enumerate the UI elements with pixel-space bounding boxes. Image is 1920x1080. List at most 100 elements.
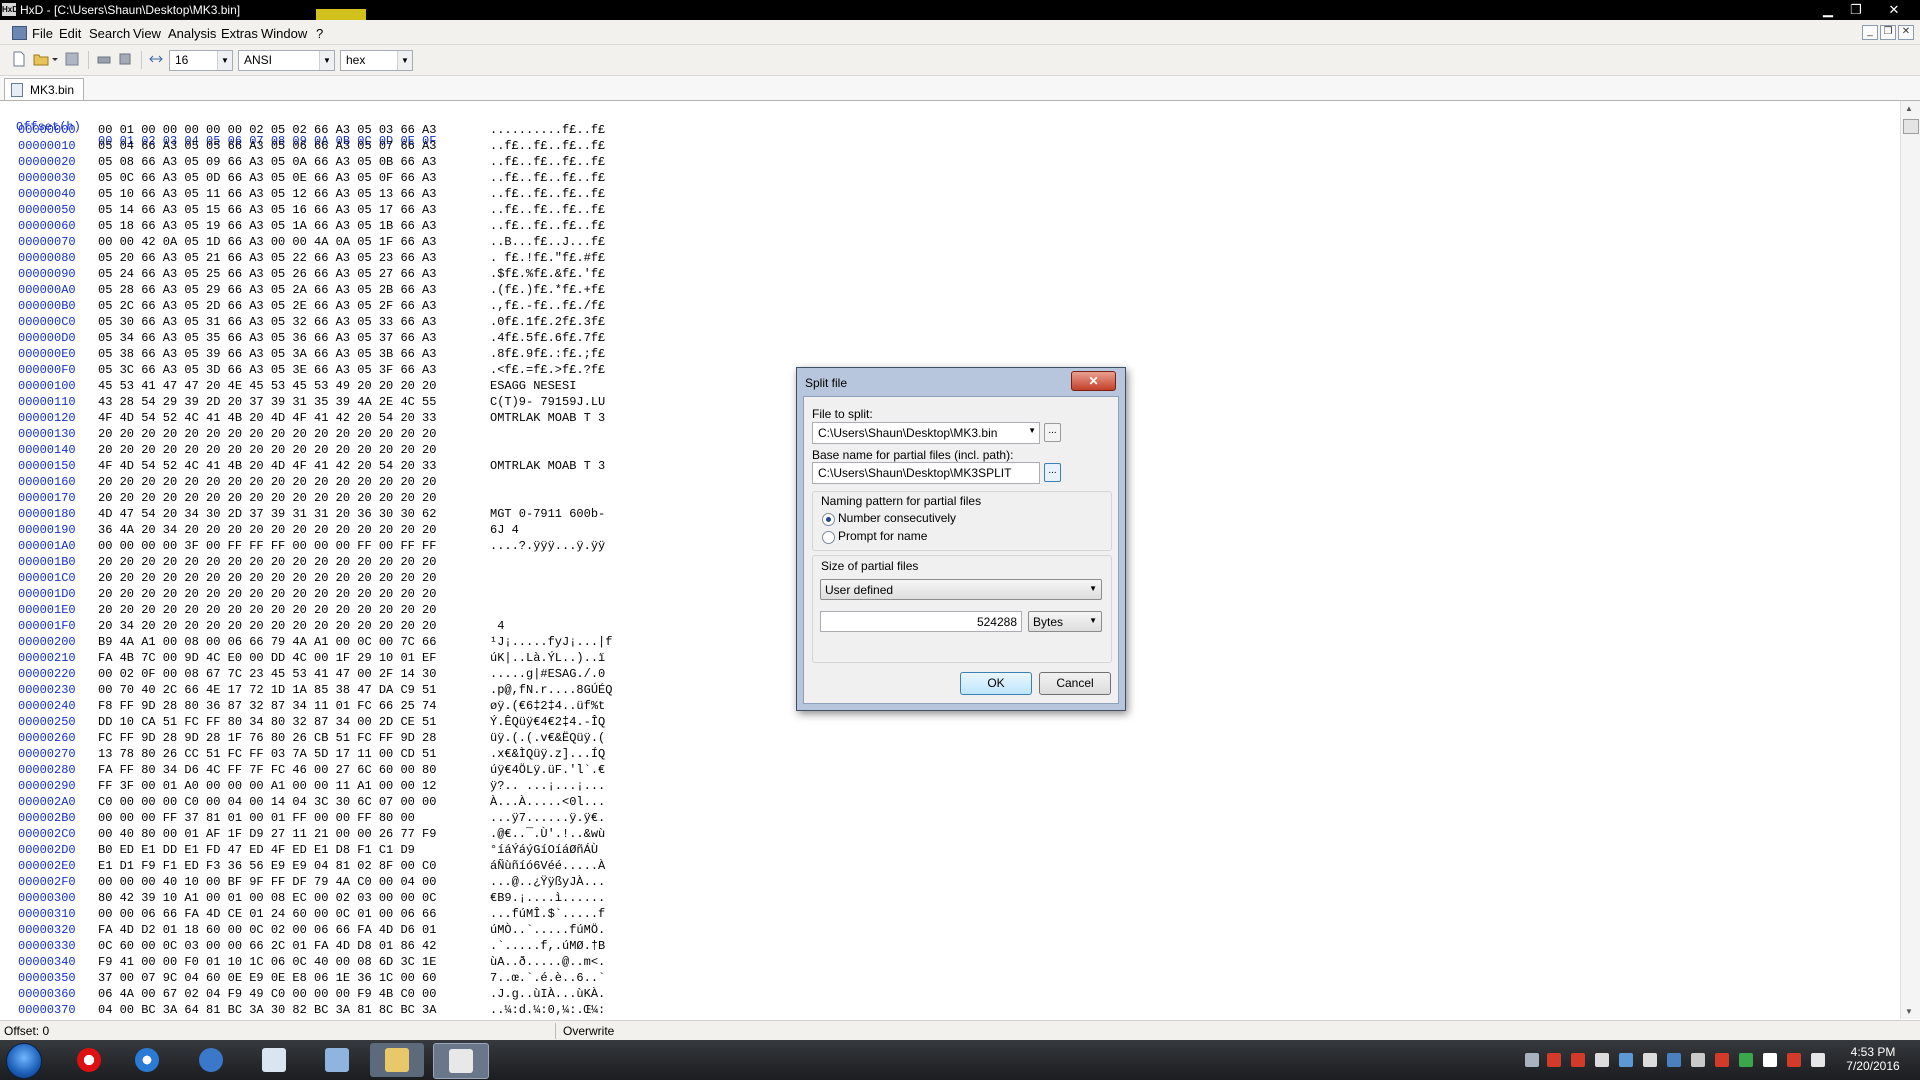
scrollbar-thumb[interactable] <box>1903 119 1919 134</box>
tray-signal-icon[interactable] <box>1787 1053 1801 1067</box>
row-ascii-text[interactable]: úMÒ..`.....fúMÖ. <box>490 922 605 938</box>
row-ascii-text[interactable]: üÿ.(.(.v€&ËQüÿ.( <box>490 730 605 746</box>
row-hex-bytes[interactable]: 20 20 20 20 20 20 20 20 20 20 20 20 20 2… <box>98 602 436 618</box>
row-hex-bytes[interactable]: 05 18 66 A3 05 19 66 A3 05 1A 66 A3 05 1… <box>98 218 436 234</box>
size-unit-select[interactable]: Bytes ▼ <box>1028 611 1102 632</box>
taskbar-app-db[interactable] <box>184 1043 238 1077</box>
menu-analysis[interactable]: Analysis <box>168 26 216 41</box>
row-hex-bytes[interactable]: F9 41 00 00 F0 01 10 1C 06 0C 40 00 08 6… <box>98 954 436 970</box>
taskbar-opera[interactable] <box>62 1043 116 1077</box>
menu-view[interactable]: View <box>133 26 161 41</box>
taskbar-window-manager[interactable] <box>310 1043 364 1077</box>
taskbar-internet-explorer[interactable] <box>120 1043 174 1077</box>
row-ascii-text[interactable]: MGT 0-7911 600b- <box>490 506 605 522</box>
row-ascii-text[interactable]: .8f£.9f£.:f£.;f£ <box>490 346 605 362</box>
row-hex-bytes[interactable]: 04 00 BC 3A 64 81 BC 3A 30 82 BC 3A 81 8… <box>98 1002 436 1018</box>
row-hex-bytes[interactable]: 4F 4D 54 52 4C 41 4B 20 4D 4F 41 42 20 5… <box>98 458 436 474</box>
row-ascii-text[interactable]: úÿ€4ÖLÿ.üF.'l`.€ <box>490 762 605 778</box>
tray-display-icon[interactable] <box>1643 1053 1657 1067</box>
row-ascii-text[interactable]: .p@,fN.r....8GÚÉQ <box>490 682 612 698</box>
row-hex-bytes[interactable]: 05 30 66 A3 05 31 66 A3 05 32 66 A3 05 3… <box>98 314 436 330</box>
row-hex-bytes[interactable]: 20 20 20 20 20 20 20 20 20 20 20 20 20 2… <box>98 426 436 442</box>
row-ascii-text[interactable]: ..¼:d.¼:0‚¼:.Œ¼: <box>490 1002 605 1018</box>
row-hex-bytes[interactable]: 20 34 20 20 20 20 20 20 20 20 20 20 20 2… <box>98 618 436 634</box>
row-hex-bytes[interactable]: 20 20 20 20 20 20 20 20 20 20 20 20 20 2… <box>98 490 436 506</box>
taskbar-notepad[interactable] <box>247 1043 301 1077</box>
row-hex-bytes[interactable]: 00 00 00 00 3F 00 FF FF FF 00 00 00 FF 0… <box>98 538 436 554</box>
taskbar-explorer[interactable] <box>370 1043 424 1077</box>
row-ascii-text[interactable]: .0f£.1f£.2f£.3f£ <box>490 314 605 330</box>
row-hex-bytes[interactable]: E1 D1 F9 F1 ED F3 36 56 E9 E9 04 81 02 8… <box>98 858 436 874</box>
document-icon[interactable] <box>12 26 27 40</box>
row-hex-bytes[interactable]: 00 00 00 40 10 00 BF 9F FF DF 79 4A C0 0… <box>98 874 436 890</box>
row-ascii-text[interactable]: ..f£..f£..f£..f£ <box>490 202 605 218</box>
row-ascii-text[interactable]: ...@..¿ŸÿßyJÀ... <box>490 874 605 890</box>
row-ascii-text[interactable]: .,f£.-f£..f£./f£ <box>490 298 605 314</box>
row-hex-bytes[interactable]: 0C 60 00 0C 03 00 00 66 2C 01 FA 4D D8 0… <box>98 938 436 954</box>
row-hex-bytes[interactable]: DD 10 CA 51 FC FF 80 34 80 32 87 34 00 2… <box>98 714 436 730</box>
row-hex-bytes[interactable]: 05 10 66 A3 05 11 66 A3 05 12 66 A3 05 1… <box>98 186 436 202</box>
row-hex-bytes[interactable]: 05 28 66 A3 05 29 66 A3 05 2A 66 A3 05 2… <box>98 282 436 298</box>
row-hex-bytes[interactable]: 4D 47 54 20 34 30 2D 37 39 31 31 20 36 3… <box>98 506 436 522</box>
row-hex-bytes[interactable]: FF 3F 00 01 A0 00 00 00 A1 00 00 11 A1 0… <box>98 778 436 794</box>
size-preset-select[interactable]: User defined ▼ <box>820 579 1102 600</box>
row-hex-bytes[interactable]: 00 40 80 00 01 AF 1F D9 27 11 21 00 00 2… <box>98 826 436 842</box>
row-hex-bytes[interactable]: C0 00 00 00 C0 00 04 00 14 04 3C 30 6C 0… <box>98 794 436 810</box>
row-hex-bytes[interactable]: 00 70 40 2C 66 4E 17 72 1D 1A 85 38 47 D… <box>98 682 436 698</box>
row-ascii-text[interactable]: .@€..¯.Ù'.!..&wù <box>490 826 605 842</box>
tray-antivirus-icon[interactable] <box>1715 1053 1729 1067</box>
open-dropdown-icon[interactable] <box>51 51 59 67</box>
row-ascii-text[interactable]: . f£.!f£."f£.#f£ <box>490 250 605 266</box>
row-ascii-text[interactable]: ...fúMÎ.$`.....f <box>490 906 605 922</box>
row-hex-bytes[interactable]: 05 3C 66 A3 05 3D 66 A3 05 3E 66 A3 05 3… <box>98 362 436 378</box>
row-ascii-text[interactable]: °íáÝáýGíOíáØñÁÙ <box>490 842 598 858</box>
row-ascii-text[interactable]: ..f£..f£..f£..f£ <box>490 186 605 202</box>
menu-window[interactable]: Window <box>261 26 307 41</box>
tray-show-hidden-icon[interactable] <box>1525 1053 1539 1067</box>
row-ascii-text[interactable]: OMTRLAK MOAB T 3 <box>490 410 605 426</box>
row-ascii-text[interactable]: ESAGG NESESI <box>490 378 605 394</box>
row-hex-bytes[interactable]: 36 4A 20 34 20 20 20 20 20 20 20 20 20 2… <box>98 522 436 538</box>
row-ascii-text[interactable]: ¹J¡.....fyJ¡...|f <box>490 634 612 650</box>
row-hex-bytes[interactable]: 05 08 66 A3 05 09 66 A3 05 0A 66 A3 05 0… <box>98 154 436 170</box>
start-button[interactable] <box>6 1043 42 1079</box>
menu-file[interactable]: File <box>32 26 53 41</box>
tray-network-icon[interactable] <box>1619 1053 1633 1067</box>
tray-flag-icon[interactable] <box>1763 1053 1777 1067</box>
row-ascii-text[interactable]: áÑùñíó6Véé.....À <box>490 858 605 874</box>
row-hex-bytes[interactable]: 13 78 80 26 CC 51 FC FF 03 7A 5D 17 11 0… <box>98 746 436 762</box>
browse-base-name-button[interactable]: ... <box>1044 463 1061 482</box>
row-hex-bytes[interactable]: 05 38 66 A3 05 39 66 A3 05 3A 66 A3 05 3… <box>98 346 436 362</box>
row-ascii-text[interactable]: ..f£..f£..f£..f£ <box>490 138 605 154</box>
offset-base-select[interactable]: hex ▼ <box>340 50 413 71</box>
row-hex-bytes[interactable]: 43 28 54 29 39 2D 20 37 39 31 35 39 4A 2… <box>98 394 436 410</box>
row-ascii-text[interactable]: øÿ.(€6‡2‡4..üf%t <box>490 698 605 714</box>
row-hex-bytes[interactable]: 80 42 39 10 A1 00 01 00 08 EC 00 02 03 0… <box>98 890 436 906</box>
row-ascii-text[interactable]: 6J 4 <box>490 522 519 538</box>
row-ascii-text[interactable]: OMTRLAK MOAB T 3 <box>490 458 605 474</box>
radio-prompt-for-name[interactable] <box>822 531 835 544</box>
row-hex-bytes[interactable]: 05 2C 66 A3 05 2D 66 A3 05 2E 66 A3 05 2… <box>98 298 436 314</box>
tray-globe-icon[interactable] <box>1667 1053 1681 1067</box>
row-hex-bytes[interactable]: FA 4D D2 01 18 60 00 0C 02 00 06 66 FA 4… <box>98 922 436 938</box>
scroll-up-icon[interactable]: ▲ <box>1905 104 1913 113</box>
row-hex-bytes[interactable]: 05 34 66 A3 05 35 66 A3 05 36 66 A3 05 3… <box>98 330 436 346</box>
row-ascii-text[interactable]: ..B...f£..J...f£ <box>490 234 605 250</box>
row-hex-bytes[interactable]: 05 0C 66 A3 05 0D 66 A3 05 0E 66 A3 05 0… <box>98 170 436 186</box>
close-button[interactable]: ✕ <box>1880 1 1908 18</box>
file-to-split-combo[interactable]: C:\Users\Shaun\Desktop\MK3.bin ▼ <box>812 422 1040 444</box>
row-hex-bytes[interactable]: 20 20 20 20 20 20 20 20 20 20 20 20 20 2… <box>98 554 436 570</box>
maximize-button[interactable]: ❐ <box>1842 1 1870 18</box>
size-value-input[interactable]: 524288 <box>820 611 1022 632</box>
row-ascii-text[interactable]: .`.....f,.úMØ.†B <box>490 938 605 954</box>
save-icon[interactable] <box>64 51 80 67</box>
row-hex-bytes[interactable]: 05 24 66 A3 05 25 66 A3 05 26 66 A3 05 2… <box>98 266 436 282</box>
charset-select[interactable]: ANSI ▼ <box>238 50 335 71</box>
row-hex-bytes[interactable]: 20 20 20 20 20 20 20 20 20 20 20 20 20 2… <box>98 570 436 586</box>
taskbar-clock[interactable]: 4:53 PM 7/20/2016 <box>1838 1045 1908 1073</box>
minimize-button[interactable]: ▁ <box>1814 1 1842 18</box>
bytes-per-row-select[interactable]: 16 ▼ <box>169 50 233 71</box>
taskbar-hxd[interactable] <box>433 1043 489 1079</box>
row-hex-bytes[interactable]: B0 ED E1 DD E1 FD 47 ED 4F ED E1 D8 F1 C… <box>98 842 415 858</box>
row-hex-bytes[interactable]: 20 20 20 20 20 20 20 20 20 20 20 20 20 2… <box>98 586 436 602</box>
